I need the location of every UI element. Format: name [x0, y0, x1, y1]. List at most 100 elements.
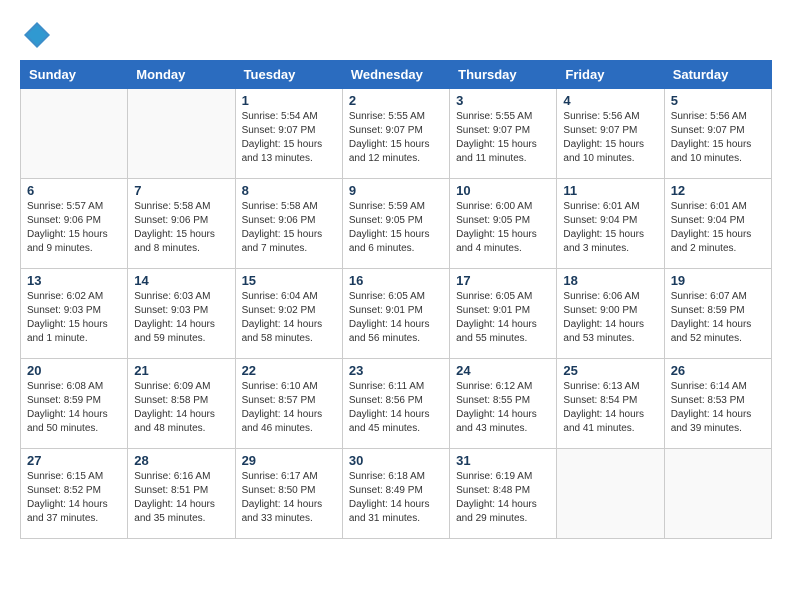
day-info: Sunrise: 5:58 AM Sunset: 9:06 PM Dayligh… — [242, 200, 336, 256]
day-info: Sunrise: 6:08 AM Sunset: 8:59 PM Dayligh… — [27, 380, 121, 436]
empty-cell — [21, 89, 128, 179]
empty-cell — [557, 449, 664, 539]
day-info: Sunrise: 5:54 AM Sunset: 9:07 PM Dayligh… — [242, 110, 336, 166]
day-info: Sunrise: 6:09 AM Sunset: 8:58 PM Dayligh… — [134, 380, 228, 436]
day-info: Sunrise: 6:13 AM Sunset: 8:54 PM Dayligh… — [563, 380, 657, 436]
day-number: 5 — [671, 93, 765, 108]
page-header — [20, 20, 772, 50]
day-number: 24 — [456, 363, 550, 378]
day-cell-18: 18Sunrise: 6:06 AM Sunset: 9:00 PM Dayli… — [557, 269, 664, 359]
day-info: Sunrise: 6:10 AM Sunset: 8:57 PM Dayligh… — [242, 380, 336, 436]
week-row-2: 6 Sunrise: 5:57 AM Sunset: 9:06 PM Daylig… — [21, 179, 772, 269]
logo — [20, 20, 52, 50]
logo-icon — [22, 20, 52, 50]
day-info: Sunrise: 5:56 AM Sunset: 9:07 PM Dayligh… — [563, 110, 657, 166]
day-info: Sunrise: 6:03 AM Sunset: 9:03 PM Dayligh… — [134, 290, 228, 346]
day-number: 14 — [134, 273, 228, 288]
day-number: 9 — [349, 183, 443, 198]
day-cell-2: 2Sunrise: 5:55 AM Sunset: 9:07 PM Daylig… — [342, 89, 449, 179]
day-cell-10: 10 Sunrise: 6:00 AM Sunset: 9:05 PM Dayli… — [450, 179, 557, 269]
day-info: Sunrise: 6:12 AM Sunset: 8:55 PM Dayligh… — [456, 380, 550, 436]
day-number: 15 — [242, 273, 336, 288]
day-info: Sunrise: 5:58 AM Sunset: 9:06 PM Dayligh… — [134, 200, 228, 256]
day-cell-7: 7 Sunrise: 5:58 AM Sunset: 9:06 PM Daylig… — [128, 179, 235, 269]
day-info: Sunrise: 6:16 AM Sunset: 8:51 PM Dayligh… — [134, 470, 228, 526]
day-cell-13: 13 Sunrise: 6:02 AM Sunset: 9:03 PM Dayli… — [21, 269, 128, 359]
day-cell-3: 3 Sunrise: 5:55 AM Sunset: 9:07 PM Daylig… — [450, 89, 557, 179]
day-info: Sunrise: 5:56 AM Sunset: 9:07 PM Dayligh… — [671, 110, 765, 166]
day-number: 12 — [671, 183, 765, 198]
day-number: 25 — [563, 363, 657, 378]
day-number: 13 — [27, 273, 121, 288]
day-number: 6 — [27, 183, 121, 198]
day-info: Sunrise: 6:06 AM Sunset: 9:00 PM Dayligh… — [563, 290, 657, 346]
day-number: 22 — [242, 363, 336, 378]
day-info: Sunrise: 6:15 AM Sunset: 8:52 PM Dayligh… — [27, 470, 121, 526]
day-info: Sunrise: 6:18 AM Sunset: 8:49 PM Dayligh… — [349, 470, 443, 526]
week-row-4: 20 Sunrise: 6:08 AM Sunset: 8:59 PM Dayli… — [21, 359, 772, 449]
day-number: 30 — [349, 453, 443, 468]
day-info: Sunrise: 6:14 AM Sunset: 8:53 PM Dayligh… — [671, 380, 765, 436]
col-header-saturday: Saturday — [664, 61, 771, 89]
day-cell-20: 20 Sunrise: 6:08 AM Sunset: 8:59 PM Dayli… — [21, 359, 128, 449]
day-cell-9: 9Sunrise: 5:59 AM Sunset: 9:05 PM Daylig… — [342, 179, 449, 269]
week-row-3: 13 Sunrise: 6:02 AM Sunset: 9:03 PM Dayli… — [21, 269, 772, 359]
day-info: Sunrise: 6:05 AM Sunset: 9:01 PM Dayligh… — [349, 290, 443, 346]
day-cell-23: 23Sunrise: 6:11 AM Sunset: 8:56 PM Dayli… — [342, 359, 449, 449]
calendar-header-row: SundayMondayTuesdayWednesdayThursdayFrid… — [21, 61, 772, 89]
day-number: 4 — [563, 93, 657, 108]
day-cell-4: 4 Sunrise: 5:56 AM Sunset: 9:07 PM Daylig… — [557, 89, 664, 179]
day-info: Sunrise: 6:07 AM Sunset: 8:59 PM Dayligh… — [671, 290, 765, 346]
day-cell-5: 5 Sunrise: 5:56 AM Sunset: 9:07 PM Daylig… — [664, 89, 771, 179]
day-info: Sunrise: 6:04 AM Sunset: 9:02 PM Dayligh… — [242, 290, 336, 346]
day-number: 16 — [349, 273, 443, 288]
col-header-sunday: Sunday — [21, 61, 128, 89]
day-number: 17 — [456, 273, 550, 288]
day-cell-25: 25 Sunrise: 6:13 AM Sunset: 8:54 PM Dayli… — [557, 359, 664, 449]
day-cell-21: 21Sunrise: 6:09 AM Sunset: 8:58 PM Dayli… — [128, 359, 235, 449]
empty-cell — [128, 89, 235, 179]
week-row-5: 27 Sunrise: 6:15 AM Sunset: 8:52 PM Dayli… — [21, 449, 772, 539]
week-row-1: 1Sunrise: 5:54 AM Sunset: 9:07 PM Daylig… — [21, 89, 772, 179]
col-header-monday: Monday — [128, 61, 235, 89]
day-cell-16: 16 Sunrise: 6:05 AM Sunset: 9:01 PM Dayli… — [342, 269, 449, 359]
day-number: 10 — [456, 183, 550, 198]
col-header-wednesday: Wednesday — [342, 61, 449, 89]
day-info: Sunrise: 6:01 AM Sunset: 9:04 PM Dayligh… — [563, 200, 657, 256]
day-info: Sunrise: 6:00 AM Sunset: 9:05 PM Dayligh… — [456, 200, 550, 256]
day-number: 26 — [671, 363, 765, 378]
day-number: 19 — [671, 273, 765, 288]
day-cell-6: 6 Sunrise: 5:57 AM Sunset: 9:06 PM Daylig… — [21, 179, 128, 269]
day-cell-17: 17 Sunrise: 6:05 AM Sunset: 9:01 PM Dayli… — [450, 269, 557, 359]
day-cell-29: 29Sunrise: 6:17 AM Sunset: 8:50 PM Dayli… — [235, 449, 342, 539]
day-cell-1: 1Sunrise: 5:54 AM Sunset: 9:07 PM Daylig… — [235, 89, 342, 179]
day-number: 7 — [134, 183, 228, 198]
day-info: Sunrise: 5:55 AM Sunset: 9:07 PM Dayligh… — [456, 110, 550, 166]
day-cell-27: 27 Sunrise: 6:15 AM Sunset: 8:52 PM Dayli… — [21, 449, 128, 539]
day-cell-31: 31 Sunrise: 6:19 AM Sunset: 8:48 PM Dayli… — [450, 449, 557, 539]
day-number: 28 — [134, 453, 228, 468]
day-number: 31 — [456, 453, 550, 468]
day-number: 2 — [349, 93, 443, 108]
day-cell-22: 22 Sunrise: 6:10 AM Sunset: 8:57 PM Dayli… — [235, 359, 342, 449]
day-cell-12: 12 Sunrise: 6:01 AM Sunset: 9:04 PM Dayli… — [664, 179, 771, 269]
day-number: 29 — [242, 453, 336, 468]
day-cell-14: 14 Sunrise: 6:03 AM Sunset: 9:03 PM Dayli… — [128, 269, 235, 359]
day-number: 20 — [27, 363, 121, 378]
day-info: Sunrise: 5:57 AM Sunset: 9:06 PM Dayligh… — [27, 200, 121, 256]
day-number: 3 — [456, 93, 550, 108]
day-cell-28: 28 Sunrise: 6:16 AM Sunset: 8:51 PM Dayli… — [128, 449, 235, 539]
day-number: 11 — [563, 183, 657, 198]
day-cell-15: 15 Sunrise: 6:04 AM Sunset: 9:02 PM Dayli… — [235, 269, 342, 359]
col-header-friday: Friday — [557, 61, 664, 89]
day-info: Sunrise: 6:02 AM Sunset: 9:03 PM Dayligh… — [27, 290, 121, 346]
day-number: 27 — [27, 453, 121, 468]
day-number: 8 — [242, 183, 336, 198]
calendar-table: SundayMondayTuesdayWednesdayThursdayFrid… — [20, 60, 772, 539]
day-cell-19: 19 Sunrise: 6:07 AM Sunset: 8:59 PM Dayli… — [664, 269, 771, 359]
day-info: Sunrise: 6:05 AM Sunset: 9:01 PM Dayligh… — [456, 290, 550, 346]
day-info: Sunrise: 6:19 AM Sunset: 8:48 PM Dayligh… — [456, 470, 550, 526]
day-info: Sunrise: 6:01 AM Sunset: 9:04 PM Dayligh… — [671, 200, 765, 256]
day-info: Sunrise: 6:11 AM Sunset: 8:56 PM Dayligh… — [349, 380, 443, 436]
day-cell-26: 26 Sunrise: 6:14 AM Sunset: 8:53 PM Dayli… — [664, 359, 771, 449]
